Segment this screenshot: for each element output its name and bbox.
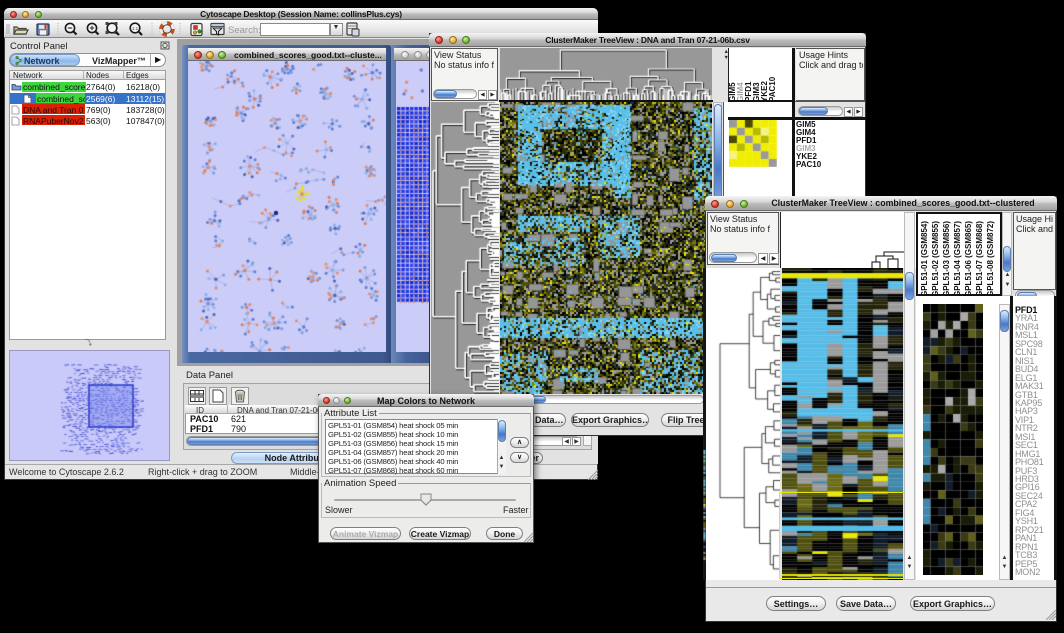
svg-text:1:1: 1:1: [132, 26, 139, 31]
